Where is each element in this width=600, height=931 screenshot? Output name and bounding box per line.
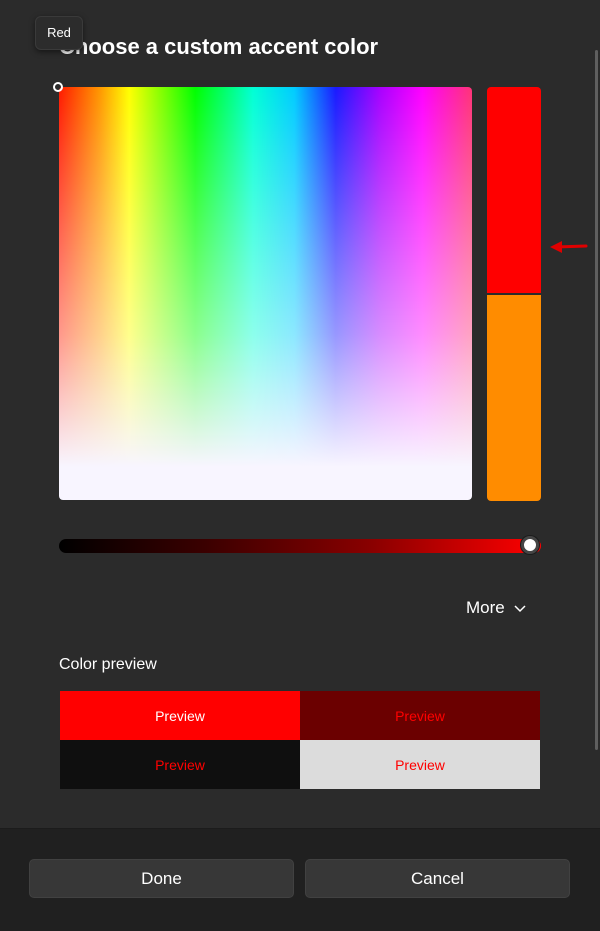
done-button[interactable]: Done <box>29 859 294 898</box>
brightness-slider-thumb[interactable] <box>521 536 539 554</box>
preview-cell: Preview <box>60 740 300 789</box>
arrow-left-icon <box>550 241 588 253</box>
selected-color-swatch <box>487 87 541 293</box>
dialog-title: Choose a custom accent color <box>59 34 379 59</box>
spectrum-selector-handle[interactable] <box>53 82 63 92</box>
cancel-button[interactable]: Cancel <box>305 859 570 898</box>
more-label: More <box>466 598 505 617</box>
color-name-tooltip: Red <box>35 16 83 50</box>
brightness-slider[interactable] <box>59 539 541 553</box>
preview-cell: Preview <box>60 691 300 740</box>
vertical-scrollbar[interactable] <box>595 50 598 750</box>
more-button[interactable]: More <box>466 593 550 623</box>
preview-cell: Preview <box>300 691 540 740</box>
dialog-body: Choose a custom accent color More Color … <box>0 0 600 828</box>
color-spectrum[interactable] <box>59 87 472 500</box>
color-preview-grid: Preview Preview Preview Preview <box>60 691 540 789</box>
color-swatch-compare <box>487 87 541 501</box>
preview-cell: Preview <box>300 740 540 789</box>
chevron-down-icon <box>514 605 526 613</box>
previous-color-swatch <box>487 295 541 501</box>
color-preview-label: Color preview <box>59 656 157 673</box>
